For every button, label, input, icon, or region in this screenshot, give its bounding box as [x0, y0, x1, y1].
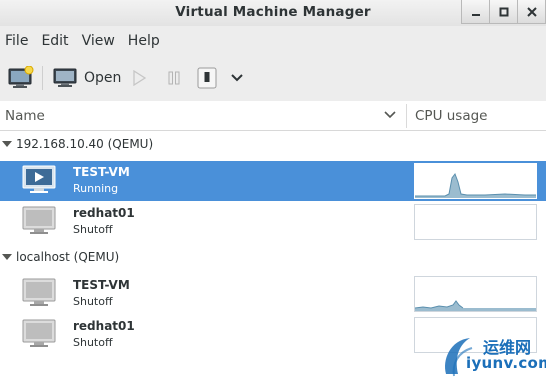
close-button[interactable] [518, 0, 546, 24]
vm-name: TEST-VM [73, 278, 130, 292]
watermark-url: iyunv.com [466, 354, 546, 372]
minimize-icon [471, 13, 480, 16]
shutdown-icon [197, 67, 217, 89]
menu-help[interactable]: Help [123, 30, 168, 54]
new-vm-button[interactable] [6, 64, 36, 92]
connection-group[interactable]: 192.168.10.40 (QEMU) [0, 134, 546, 156]
shutdown-button[interactable] [196, 66, 218, 90]
connection-group[interactable]: localhost (QEMU) [0, 247, 546, 269]
vm-name: TEST-VM [73, 165, 130, 179]
vm-shutoff-icon [22, 206, 56, 234]
menu-bar: File Edit View Help [0, 30, 168, 54]
vm-status: Shutoff [73, 223, 113, 236]
play-icon [133, 70, 146, 86]
vm-shutoff-icon [22, 278, 56, 306]
close-icon [526, 6, 537, 17]
maximize-icon [499, 7, 508, 16]
toolbar-separator [42, 66, 43, 90]
monitor-icon [53, 68, 77, 87]
pause-icon [168, 71, 180, 85]
cpu-sparkline [414, 300, 536, 311]
menu-file[interactable]: File [0, 30, 36, 54]
minimize-button[interactable] [461, 0, 490, 24]
toolbar: Open [0, 62, 546, 94]
vm-row[interactable]: TEST-VM Running [0, 161, 546, 201]
expander-icon[interactable] [2, 254, 12, 262]
shutdown-dropdown[interactable] [228, 68, 246, 88]
cpu-usage-graph [414, 163, 537, 199]
open-button[interactable]: Open [52, 64, 121, 92]
window-controls [461, 0, 546, 24]
cpu-sparkline [415, 172, 536, 198]
maximize-button[interactable] [490, 0, 518, 24]
cpu-usage-graph [414, 276, 537, 312]
column-name[interactable]: Name [5, 108, 45, 124]
cpu-usage-graph [414, 204, 537, 240]
vm-row[interactable]: redhat01 Shutoff [0, 202, 546, 242]
column-header: Name CPU usage [0, 101, 546, 131]
vm-status: Shutoff [73, 295, 113, 308]
new-vm-icon [8, 66, 34, 88]
vm-running-icon [22, 165, 56, 193]
vm-row[interactable]: TEST-VM Shutoff [0, 274, 546, 314]
vm-status: Running [73, 182, 119, 195]
sort-chevron-icon[interactable] [384, 110, 396, 120]
run-button[interactable] [129, 68, 149, 88]
vm-status: Shutoff [73, 336, 113, 349]
menu-view[interactable]: View [77, 30, 123, 54]
vm-name: redhat01 [73, 319, 135, 333]
vm-name: redhat01 [73, 206, 135, 220]
expander-icon[interactable] [2, 141, 12, 149]
menu-edit[interactable]: Edit [36, 30, 76, 54]
pause-button[interactable] [164, 68, 184, 88]
title-bar[interactable]: Virtual Machine Manager [0, 0, 546, 26]
connection-label: localhost (QEMU) [16, 250, 120, 264]
column-divider[interactable] [406, 104, 407, 128]
connection-label: 192.168.10.40 (QEMU) [16, 137, 154, 151]
vm-shutoff-icon [22, 319, 56, 347]
open-label: Open [84, 70, 122, 86]
column-cpu-usage[interactable]: CPU usage [415, 108, 487, 124]
chevron-down-icon [231, 74, 243, 82]
